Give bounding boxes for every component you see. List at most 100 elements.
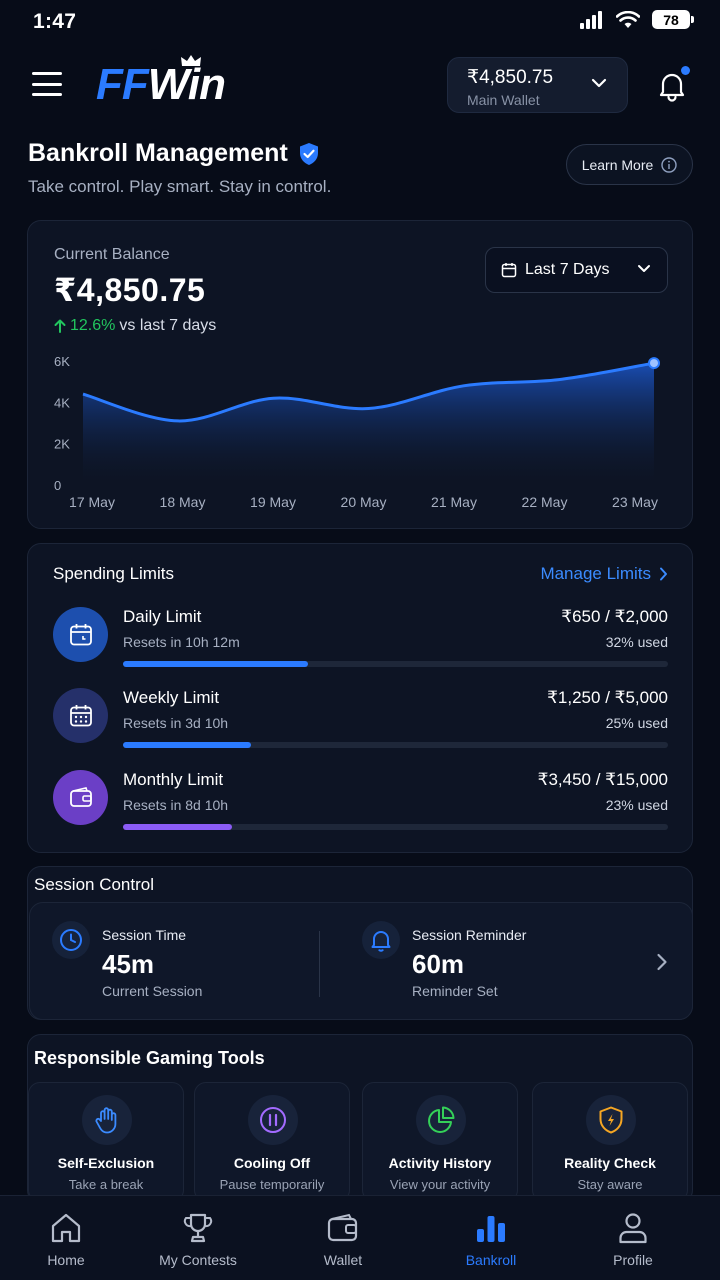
- date-range-dropdown[interactable]: Last 7 Days: [485, 247, 668, 293]
- tool-sub: Take a break: [68, 1177, 144, 1192]
- wifi-icon: [616, 10, 640, 28]
- session-panel[interactable]: Session Time 45m Current Session Session…: [29, 902, 693, 1020]
- spending-limits-title: Spending Limits: [53, 564, 174, 583]
- info-icon: [661, 156, 677, 173]
- limit-reset: Resets in 10h 12m: [123, 634, 240, 650]
- session-reminder-label: Session Reminder: [412, 927, 527, 943]
- limit-progress-fill: [123, 742, 252, 748]
- responsible-gaming-title: Responsible Gaming Tools: [34, 1048, 265, 1068]
- limit-progress-track: [123, 742, 668, 748]
- nav-my-contests[interactable]: My Contests: [143, 1196, 253, 1280]
- tool-sub: Pause temporarily: [219, 1177, 325, 1192]
- pause-icon-bg: [248, 1095, 298, 1145]
- x-tick-label: 17 May: [69, 494, 115, 510]
- pause-icon: [260, 1107, 286, 1133]
- tool-reality-check[interactable]: Reality Check Stay aware: [532, 1082, 688, 1202]
- bell-icon-bg: [362, 921, 400, 959]
- home-icon: [51, 1213, 81, 1243]
- page-title: Bankroll Management: [28, 139, 320, 168]
- limit-row-weekly[interactable]: Weekly Limit Resets in 3d 10h ₹1,250 / ₹…: [53, 688, 668, 748]
- nav-label: Bankroll: [465, 1252, 517, 1268]
- y-tick-label: 0: [54, 478, 61, 493]
- learn-more-button[interactable]: Learn More: [566, 144, 693, 185]
- limit-progress-fill: [123, 824, 232, 830]
- signal-icon: [580, 10, 602, 29]
- date-range-label: Last 7 Days: [525, 261, 610, 278]
- tool-cooling-off[interactable]: Cooling Off Pause temporarily: [194, 1082, 350, 1202]
- calendar-clock-icon: [69, 623, 92, 645]
- chevron-right-icon[interactable]: [656, 953, 668, 971]
- shield-icon: [599, 1106, 623, 1134]
- pie-chart-icon-bg: [416, 1095, 466, 1145]
- x-tick-label: 22 May: [522, 494, 568, 510]
- chart-area-fill: [83, 363, 654, 485]
- limit-icon-bg: [53, 607, 108, 662]
- nav-profile[interactable]: Profile: [583, 1196, 683, 1280]
- menu-button[interactable]: [32, 72, 62, 96]
- limit-row-monthly[interactable]: Monthly Limit Resets in 8d 10h ₹3,450 / …: [53, 770, 668, 830]
- responsible-gaming-card: Responsible Gaming Tools Self-Exclusion …: [27, 1034, 693, 1204]
- limit-amount: ₹3,450 / ₹15,000: [537, 770, 668, 789]
- manage-limits-link[interactable]: Manage Limits: [540, 564, 668, 584]
- limit-name: Daily Limit: [123, 607, 202, 626]
- balance-label: Current Balance: [54, 246, 170, 263]
- chevron-down-icon: [591, 78, 607, 88]
- trophy-icon: [183, 1213, 213, 1243]
- bar-chart-icon: [477, 1216, 505, 1242]
- hand-icon: [95, 1107, 117, 1134]
- bottom-navigation: Home My Contests Wallet Bankroll Profile: [0, 1195, 720, 1280]
- tool-name: Self-Exclusion: [57, 1155, 155, 1171]
- balance-change-suffix: vs last 7 days: [119, 317, 217, 334]
- session-time-sub: Current Session: [102, 983, 203, 999]
- nav-label: Wallet: [323, 1252, 363, 1268]
- arrow-up-icon: [54, 319, 66, 333]
- limit-percent: 25% used: [605, 715, 668, 731]
- x-tick-label: 23 May: [612, 494, 658, 510]
- session-time-value: 45m: [102, 949, 155, 979]
- limit-amount: ₹1,250 / ₹5,000: [547, 688, 668, 707]
- notification-dot: [681, 66, 690, 75]
- x-tick-label: 18 May: [160, 494, 206, 510]
- status-time: 1:47: [33, 10, 77, 33]
- wallet-icon: [327, 1213, 358, 1242]
- session-time-label: Session Time: [102, 927, 187, 943]
- limit-amount: ₹650 / ₹2,000: [561, 607, 668, 626]
- pie-chart-icon: [428, 1106, 455, 1133]
- calendar-icon: [69, 704, 92, 726]
- chart-point-latest: [648, 357, 660, 370]
- limit-progress-track: [123, 824, 668, 830]
- limit-progress-fill: [123, 661, 309, 667]
- manage-limits-label: Manage Limits: [540, 564, 651, 583]
- nav-home[interactable]: Home: [16, 1196, 116, 1280]
- tool-activity-history[interactable]: Activity History View your activity: [362, 1082, 518, 1202]
- session-reminder-sub: Reminder Set: [412, 983, 498, 999]
- tool-sub: View your activity: [389, 1177, 491, 1192]
- logo: FFWin: [96, 60, 226, 109]
- nav-bankroll[interactable]: Bankroll: [441, 1196, 541, 1280]
- page-subtitle: Take control. Play smart. Stay in contro…: [28, 177, 332, 196]
- tool-self-exclusion[interactable]: Self-Exclusion Take a break: [28, 1082, 184, 1202]
- limit-percent: 23% used: [605, 797, 668, 813]
- page-title-text: Bankroll Management: [28, 139, 288, 167]
- nav-wallet[interactable]: Wallet: [293, 1196, 393, 1280]
- balance-change: 12.6% vs last 7 days: [54, 317, 216, 335]
- y-tick-label: 2K: [54, 437, 70, 452]
- learn-more-label: Learn More: [581, 156, 654, 173]
- spending-limits-card: Spending Limits Manage Limits Daily Limi…: [27, 543, 693, 853]
- x-tick-label: 20 May: [341, 494, 387, 510]
- hand-icon-bg: [82, 1095, 132, 1145]
- wallet-label: Main Wallet: [467, 92, 540, 108]
- chevron-down-icon: [638, 265, 650, 272]
- tool-name: Reality Check: [564, 1155, 656, 1171]
- wallet-selector[interactable]: ₹4,850.75 Main Wallet: [447, 57, 628, 113]
- y-tick-label: 4K: [54, 395, 70, 410]
- status-icons: 78: [580, 10, 694, 29]
- tool-name: Cooling Off: [233, 1155, 311, 1171]
- session-reminder-value: 60m: [412, 949, 465, 979]
- limit-row-daily[interactable]: Daily Limit Resets in 10h 12m ₹650 / ₹2,…: [53, 607, 668, 667]
- limit-reset: Resets in 3d 10h: [123, 715, 229, 731]
- limit-name: Monthly Limit: [123, 770, 224, 789]
- wallet-icon: [69, 786, 92, 807]
- balance-value: ₹4,850.75: [54, 272, 206, 308]
- clock-icon-bg: [52, 921, 90, 959]
